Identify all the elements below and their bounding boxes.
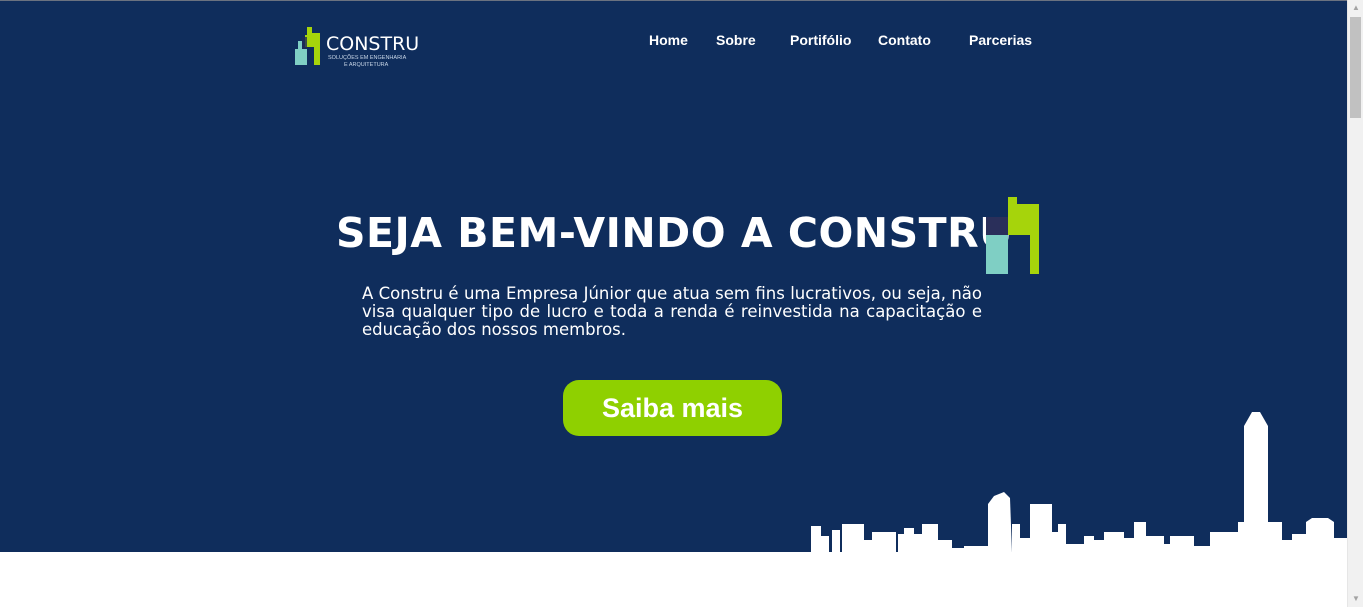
saiba-mais-button[interactable]: Saiba mais [563, 380, 782, 436]
nav-sobre[interactable]: Sobre [716, 32, 756, 48]
hero-title: SEJA BEM-VINDO A CONSTRU [336, 209, 1013, 257]
vertical-scrollbar[interactable]: ▲ ▼ [1347, 0, 1363, 607]
nav-parcerias[interactable]: Parcerias [969, 32, 1032, 48]
hero-section: CONSTRU SOLUÇÕES EM ENGENHARIA E ARQUITE… [0, 0, 1347, 552]
scroll-down-arrow-icon[interactable]: ▼ [1348, 591, 1363, 607]
scrollbar-thumb[interactable] [1350, 17, 1361, 118]
nav-contato[interactable]: Contato [878, 32, 931, 48]
hero-description: A Constru é uma Empresa Júnior que atua … [362, 284, 982, 339]
scroll-up-arrow-icon[interactable]: ▲ [1348, 0, 1363, 16]
page: CONSTRU SOLUÇÕES EM ENGENHARIA E ARQUITE… [0, 0, 1347, 607]
main-nav: Home Sobre Portifólio Contato Parcerias [0, 32, 1347, 52]
nav-home[interactable]: Home [649, 32, 688, 48]
logo-tagline-2: E ARQUITETURA [344, 62, 389, 68]
building-logo-icon [986, 197, 1039, 274]
nav-portifolio[interactable]: Portifólio [790, 32, 851, 48]
logo-tagline: SOLUÇÕES EM ENGENHARIA [328, 55, 407, 61]
city-skyline-icon [811, 412, 1347, 552]
